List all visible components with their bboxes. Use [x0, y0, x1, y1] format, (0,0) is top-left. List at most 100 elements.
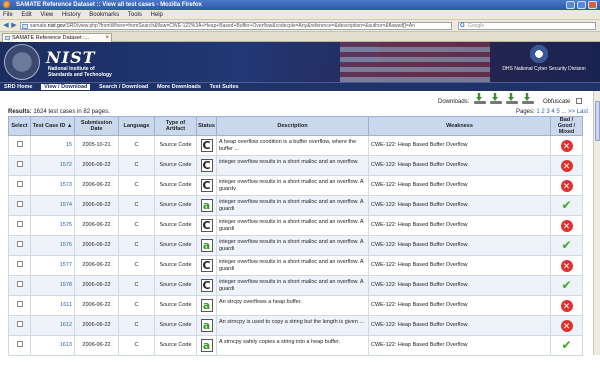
row-checkbox[interactable] — [16, 141, 23, 147]
site-header: NIST National Institute of Standards and… — [0, 42, 600, 82]
description-cell: An strncpy is used to copy a string but … — [216, 315, 369, 336]
menu-edit[interactable]: Edit — [21, 12, 31, 18]
col-select: Select — [8, 116, 31, 136]
row-checkbox[interactable] — [16, 221, 23, 227]
nav-view-download[interactable]: View / Download — [41, 84, 91, 90]
main-content: Downloads: Obfuscate Results: 1624 test … — [0, 91, 600, 356]
menu-tools[interactable]: Tools — [128, 12, 142, 18]
search-input[interactable]: G Google — [458, 22, 596, 30]
row-checkbox[interactable] — [16, 341, 23, 347]
url-domain: nist.gov — [47, 23, 66, 29]
menu-history[interactable]: History — [62, 12, 81, 18]
test-case-id-link[interactable]: 1576 — [30, 235, 75, 256]
bad-x-icon: ✕ — [560, 219, 573, 232]
description-cell: integer overflow results in a short mall… — [216, 235, 369, 256]
close-tab-icon[interactable]: × — [105, 34, 109, 42]
row-checkbox[interactable] — [16, 281, 23, 287]
maximize-button[interactable] — [577, 1, 586, 9]
row-checkbox[interactable] — [16, 181, 23, 187]
weakness: CWE-122: Heap Based Buffer Overflow — [368, 175, 551, 196]
menu-view[interactable]: View — [40, 12, 53, 18]
col-bad-good-mixed[interactable]: Bad / Good / Mixed — [550, 116, 583, 136]
test-case-id-link[interactable]: 15 — [30, 135, 75, 156]
tab-favicon — [5, 36, 10, 40]
test-case-id-link[interactable]: 1574 — [30, 195, 75, 216]
status-badge: C — [200, 159, 213, 172]
row-checkbox[interactable] — [16, 321, 23, 327]
table-header-row: Select Test Case ID ▲ Submission Date La… — [8, 116, 583, 136]
test-case-id-link[interactable]: 1577 — [30, 255, 75, 276]
close-window-button[interactable] — [588, 1, 597, 9]
test-case-id-link[interactable]: 1575 — [30, 215, 75, 236]
nist-logo[interactable]: NIST — [46, 48, 96, 67]
dhs-seal-icon — [530, 45, 548, 63]
download-icon[interactable] — [522, 93, 534, 105]
status-badge: a — [200, 319, 213, 332]
status-cell: C — [196, 215, 217, 236]
menu-file[interactable]: File — [3, 12, 13, 18]
download-icon[interactable] — [506, 93, 518, 105]
scrollbar-thumb[interactable] — [595, 101, 600, 141]
site-nav: SRD Home View / Download Search / Downlo… — [0, 82, 600, 91]
test-case-id-link[interactable]: 1612 — [30, 315, 75, 336]
test-case-id-link[interactable]: 1613 — [30, 335, 75, 356]
test-case-id-link[interactable]: 1578 — [30, 275, 75, 296]
col-submission-date[interactable]: Submission Date — [74, 116, 119, 136]
minimize-button[interactable] — [566, 1, 575, 9]
nav-search-download[interactable]: Search / Download — [99, 84, 148, 90]
description-cell: integer overflow results in a short mall… — [216, 175, 369, 196]
col-language[interactable]: Language — [118, 116, 155, 136]
status-cell: a — [196, 315, 217, 336]
menu-help[interactable]: Help — [151, 12, 163, 18]
col-artifact-type[interactable]: Type of Artifact — [154, 116, 197, 136]
status-badge: C — [200, 279, 213, 292]
language: C — [118, 135, 155, 156]
table-row: 1613 2006-06-22 C Source Code a A strncpy saf… — [8, 335, 583, 356]
col-test-case-id[interactable]: Test Case ID ▲ — [30, 116, 75, 136]
row-checkbox[interactable] — [16, 241, 23, 247]
obfuscate-label: Obfuscate — [543, 99, 571, 105]
download-icon[interactable] — [474, 93, 486, 105]
weakness: CWE-122: Heap Based Buffer Overflow — [368, 335, 551, 356]
bad-x-icon: ✕ — [560, 299, 573, 312]
obfuscate-checkbox[interactable] — [576, 98, 582, 104]
col-weakness[interactable]: Weakness — [368, 116, 551, 136]
test-case-id-link[interactable]: 1611 — [30, 295, 75, 316]
weakness: CWE-122: Heap Based Buffer Overflow — [368, 275, 551, 296]
language: C — [118, 275, 155, 296]
row-checkbox[interactable] — [16, 301, 23, 307]
select-cell — [8, 255, 31, 276]
nav-more-downloads[interactable]: More Downloads — [157, 84, 201, 90]
downloads-label: Downloads: — [438, 99, 470, 105]
nav-test-suites[interactable]: Test Suites — [210, 84, 239, 90]
status-badge: a — [200, 339, 213, 352]
col-status[interactable]: Status — [196, 116, 217, 136]
forward-icon[interactable]: ▶ — [10, 22, 18, 30]
row-checkbox[interactable] — [16, 161, 23, 167]
test-case-id-link[interactable]: 1573 — [30, 175, 75, 196]
good-check-icon: ✔ — [561, 278, 572, 292]
navigation-toolbar: ◀ ▶ samate.nist.gov/SRD/view.php?fromWhe… — [0, 20, 600, 32]
address-bar[interactable]: samate.nist.gov/SRD/view.php?fromWhere=f… — [20, 22, 452, 30]
artifact-type: Source Code — [154, 295, 197, 316]
weakness: CWE-122: Heap Based Buffer Overflow — [368, 315, 551, 336]
site-favicon — [22, 24, 28, 29]
artifact-type: Source Code — [154, 195, 197, 216]
submission-date: 2005-10-21 — [74, 135, 119, 156]
col-description[interactable]: Description — [216, 116, 369, 136]
status-cell: C — [196, 135, 217, 156]
page-scrollbar[interactable] — [593, 91, 600, 355]
menu-bookmarks[interactable]: Bookmarks — [89, 12, 119, 18]
tab-bar: SAMATE Reference Dataset :... × — [0, 32, 600, 42]
weakness: CWE-122: Heap Based Buffer Overflow — [368, 195, 551, 216]
row-checkbox[interactable] — [16, 261, 23, 267]
row-checkbox[interactable] — [16, 201, 23, 207]
download-icon[interactable] — [490, 93, 502, 105]
tab-samate[interactable]: SAMATE Reference Dataset :... × — [2, 33, 112, 42]
artifact-type: Source Code — [154, 215, 197, 236]
back-icon[interactable]: ◀ — [2, 22, 10, 30]
page-links[interactable]: 1 2 3 4 5 ... >> Last — [536, 109, 588, 115]
test-case-id-link[interactable]: 1572 — [30, 155, 75, 176]
results-summary: Results: 1624 test cases in 82 pages. — [8, 109, 110, 115]
nav-srd-home[interactable]: SRD Home — [4, 84, 32, 90]
